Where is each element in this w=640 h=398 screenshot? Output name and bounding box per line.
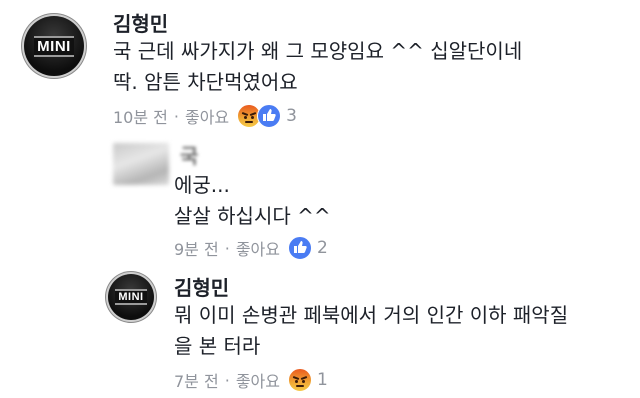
like-link[interactable]: 좋아요 <box>236 236 280 260</box>
thumbs-up-icon[interactable] <box>257 104 282 128</box>
timestamp[interactable]: 9분 전 <box>174 236 219 260</box>
separator: · <box>224 238 230 258</box>
comment-body: 뭐 이미 손병관 페북에서 거의 인간 이하 패악질 을 본 터라 <box>174 300 568 362</box>
like-link[interactable]: 좋아요 <box>236 368 280 392</box>
comment-author[interactable]: 김형민 <box>174 272 229 301</box>
reaction-count[interactable]: 1 <box>317 370 328 390</box>
like-link[interactable]: 좋아요 <box>185 104 229 128</box>
angry-face-icon[interactable] <box>287 368 312 392</box>
avatar[interactable]: MINI <box>24 16 84 76</box>
thumbs-up-icon[interactable] <box>287 236 312 260</box>
timestamp[interactable]: 10분 전 <box>113 104 168 128</box>
comment-body: 국 근데 싸가지가 왜 그 모양임요 ^^ 십알단이네 딱. 암튼 차단먹였어요 <box>113 36 522 98</box>
timestamp[interactable]: 7분 전 <box>174 368 219 392</box>
comment-line: 국 근데 싸가지가 왜 그 모양임요 ^^ 십알단이네 <box>113 39 523 63</box>
comment-line: 딱. 암튼 차단먹였어요 <box>113 70 298 94</box>
reaction-count[interactable]: 3 <box>286 106 297 126</box>
comment-author[interactable]: 김형민 <box>113 8 168 37</box>
comment-body: 에궁... 살살 하십시다 ^^ <box>174 170 331 232</box>
mini-logo-text: MINI <box>34 35 74 57</box>
comment-line: 뭐 이미 손병관 페북에서 거의 인간 이하 패악질 <box>174 303 569 327</box>
separator: · <box>224 370 230 390</box>
comment-meta: 7분 전 · 좋아요 1 <box>174 368 328 392</box>
comment-line: 살살 하십시다 ^^ <box>174 204 331 228</box>
comment-line: 을 본 터라 <box>174 334 261 358</box>
comment-author[interactable]: 국 <box>180 140 198 169</box>
separator: · <box>173 106 179 126</box>
avatar[interactable] <box>113 143 169 185</box>
comment-meta: 9분 전 · 좋아요 2 <box>174 236 328 260</box>
comment-line: 에궁... <box>174 173 230 197</box>
mini-logo-text: MINI <box>115 289 147 305</box>
avatar[interactable]: MINI <box>108 274 154 320</box>
comment-meta: 10분 전 · 좋아요 3 <box>113 104 297 128</box>
reaction-count[interactable]: 2 <box>317 238 328 258</box>
